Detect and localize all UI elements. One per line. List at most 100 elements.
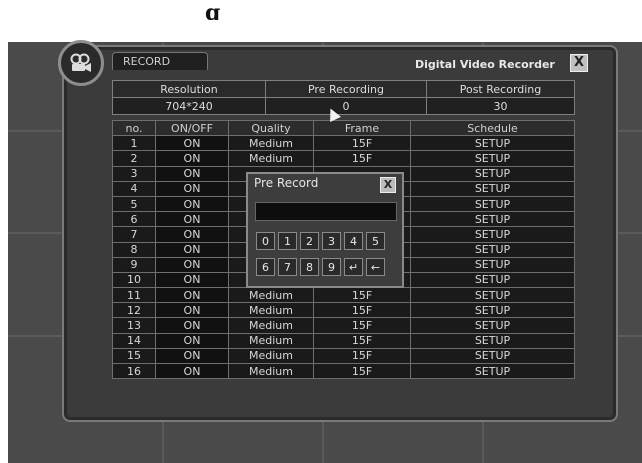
column-header-quality: Quality — [228, 119, 314, 137]
cell-schedule-setup[interactable]: SETUP — [410, 211, 575, 228]
pre-record-dialog: Pre Record X 012345 6 7 8 9 ↵ ← — [246, 172, 404, 288]
cell-quality[interactable]: Medium — [228, 302, 314, 319]
cell-quality[interactable]: Medium — [228, 347, 314, 365]
cell-onoff[interactable]: ON — [155, 317, 229, 334]
cell-schedule-setup[interactable]: SETUP — [410, 195, 575, 213]
pre-record-input[interactable] — [255, 202, 397, 221]
cell-schedule-setup[interactable]: SETUP — [410, 165, 575, 182]
cell-onoff[interactable]: ON — [155, 302, 229, 319]
keypad-key[interactable]: 7 — [278, 258, 297, 276]
cell-schedule-setup[interactable]: SETUP — [410, 241, 575, 258]
cell-no: 15 — [112, 347, 156, 365]
cell-onoff[interactable]: ON — [155, 271, 229, 289]
cell-onoff[interactable]: ON — [155, 362, 229, 380]
cell-no: 1 — [112, 135, 156, 152]
camera-icon — [58, 40, 104, 86]
cell-frame[interactable]: 15F — [313, 135, 411, 152]
cell-onoff[interactable]: ON — [155, 135, 229, 152]
keypad-key[interactable]: 5 — [366, 232, 385, 250]
recording-info-table: Resolution Pre Recording Post Recording … — [112, 80, 575, 115]
cell-schedule-setup[interactable]: SETUP — [410, 180, 575, 197]
cell-onoff[interactable]: ON — [155, 195, 229, 213]
cell-frame[interactable]: 15F — [313, 362, 411, 380]
cell-no: 13 — [112, 317, 156, 334]
cell-schedule-setup[interactable]: SETUP — [410, 226, 575, 243]
cell-onoff[interactable]: ON — [155, 211, 229, 228]
table-row: 12 ON Medium 15F SETUP — [112, 302, 575, 319]
cell-quality[interactable]: Medium — [228, 362, 314, 380]
cell-schedule-setup[interactable]: SETUP — [410, 150, 575, 167]
cell-onoff[interactable]: ON — [155, 241, 229, 258]
cell-no: 5 — [112, 195, 156, 213]
cell-schedule-setup[interactable]: SETUP — [410, 287, 575, 304]
cell-onoff[interactable]: ON — [155, 150, 229, 167]
top-margin — [0, 0, 642, 42]
keypad-key[interactable]: 0 — [256, 232, 275, 250]
cell-frame[interactable]: 15F — [313, 287, 411, 304]
cell-onoff[interactable]: ON — [155, 347, 229, 365]
cell-no: 4 — [112, 180, 156, 197]
cell-no: 6 — [112, 211, 156, 228]
cell-onoff[interactable]: ON — [155, 287, 229, 304]
cell-quality[interactable]: Medium — [228, 317, 314, 334]
cell-schedule-setup[interactable]: SETUP — [410, 271, 575, 289]
resolution-value[interactable]: 704*240 — [112, 97, 266, 115]
post-recording-value[interactable]: 30 — [426, 97, 575, 115]
cell-frame[interactable]: 15F — [313, 347, 411, 365]
cell-no: 3 — [112, 165, 156, 182]
window-title: Digital Video Recorder — [415, 58, 555, 71]
cell-no: 9 — [112, 256, 156, 273]
pre-recording-value[interactable]: 0 — [265, 97, 427, 115]
cell-schedule-setup[interactable]: SETUP — [410, 317, 575, 334]
cell-no: 7 — [112, 226, 156, 243]
resolution-header: Resolution — [112, 80, 266, 98]
keypad-key[interactable]: 9 — [322, 258, 341, 276]
cell-schedule-setup[interactable]: SETUP — [410, 256, 575, 273]
cell-no: 12 — [112, 302, 156, 319]
cell-quality[interactable]: Medium — [228, 287, 314, 304]
pre-recording-header: Pre Recording — [265, 80, 427, 98]
keypad-key[interactable]: 2 — [300, 232, 319, 250]
table-row: 11 ON Medium 15F SETUP — [112, 287, 575, 304]
keypad-key[interactable]: 3 — [322, 232, 341, 250]
cell-onoff[interactable]: ON — [155, 180, 229, 197]
cell-onoff[interactable]: ON — [155, 226, 229, 243]
cell-no: 16 — [112, 362, 156, 380]
keypad-key[interactable]: 8 — [300, 258, 319, 276]
cell-no: 8 — [112, 241, 156, 258]
keypad-row-1: 012345 — [256, 232, 385, 250]
cell-schedule-setup[interactable]: SETUP — [410, 302, 575, 319]
cell-onoff[interactable]: ON — [155, 165, 229, 182]
cell-schedule-setup[interactable]: SETUP — [410, 332, 575, 349]
keypad-key[interactable]: ↵ — [344, 258, 363, 276]
column-header-frame: Frame — [313, 119, 411, 137]
cell-frame[interactable]: 15F — [313, 150, 411, 167]
table-row: 15 ON Medium 15F SETUP — [112, 347, 575, 365]
cell-quality[interactable]: Medium — [228, 135, 314, 152]
table-row: 2 ON Medium 15F SETUP — [112, 150, 575, 167]
cell-onoff[interactable]: ON — [155, 256, 229, 273]
cell-schedule-setup[interactable]: SETUP — [410, 135, 575, 152]
table-row: 13 ON Medium 15F SETUP — [112, 317, 575, 334]
cell-onoff[interactable]: ON — [155, 332, 229, 349]
table-row: 1 ON Medium 15F SETUP — [112, 135, 575, 152]
close-button[interactable]: X — [570, 54, 588, 72]
tab-record[interactable]: RECORD — [112, 52, 208, 70]
column-header-schedule: Schedule — [410, 119, 575, 137]
cell-quality[interactable]: Medium — [228, 150, 314, 167]
keypad-key[interactable]: ← — [366, 258, 385, 276]
cell-no: 2 — [112, 150, 156, 167]
cell-quality[interactable]: Medium — [228, 332, 314, 349]
cell-schedule-setup[interactable]: SETUP — [410, 347, 575, 365]
cell-frame[interactable]: 15F — [313, 302, 411, 319]
cell-frame[interactable]: 15F — [313, 332, 411, 349]
cell-no: 11 — [112, 287, 156, 304]
keypad-key[interactable]: 4 — [344, 232, 363, 250]
keypad-key[interactable]: 1 — [278, 232, 297, 250]
cell-no: 10 — [112, 271, 156, 289]
keypad-key[interactable]: 6 — [256, 258, 275, 276]
table-row: 14 ON Medium 15F SETUP — [112, 332, 575, 349]
dialog-close-button[interactable]: X — [380, 177, 396, 193]
cell-schedule-setup[interactable]: SETUP — [410, 362, 575, 380]
cell-frame[interactable]: 15F — [313, 317, 411, 334]
